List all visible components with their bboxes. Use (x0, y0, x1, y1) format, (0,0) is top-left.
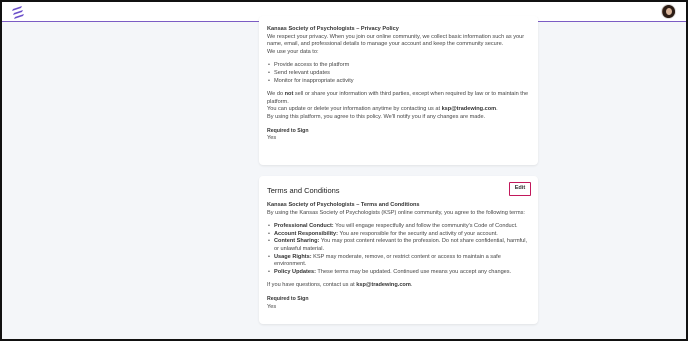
list-item: Provide access to the platform (268, 62, 530, 70)
edit-button[interactable]: Edit (509, 182, 531, 196)
list-item: Policy Updates: These terms may be updat… (268, 269, 530, 277)
required-to-sign-label: Required to Sign (267, 295, 309, 302)
privacy-intro: We respect your privacy. When you join o… (267, 33, 525, 48)
list-item: Account Responsibility: You are responsi… (268, 231, 530, 239)
required-to-sign-value: Yes (267, 135, 277, 142)
list-item: Monitor for inappropriate activity (268, 78, 530, 86)
required-to-sign-label: Required to Sign (267, 127, 309, 134)
privacy-agree-line: By using this platform, you agree to thi… (267, 113, 486, 120)
app-frame: Kansas Society of Psychologists – Privac… (0, 0, 688, 341)
terms-contact-line: If you have questions, contact us at ksp… (267, 282, 413, 289)
terms-card: Terms and Conditions Edit Kansas Society… (259, 176, 538, 324)
terms-heading: Kansas Society of Psychologists – Terms … (267, 202, 420, 208)
list-item: Usage Rights: KSP may moderate, remove, … (268, 254, 530, 269)
privacy-policy-card: Kansas Society of Psychologists – Privac… (259, 16, 538, 165)
list-item: Professional Conduct: You will engage re… (268, 223, 530, 231)
privacy-update-statement: You can update or delete your informatio… (267, 106, 498, 113)
user-avatar-icon[interactable] (661, 4, 676, 19)
terms-list: Professional Conduct: You will engage re… (267, 223, 530, 276)
privacy-use-line: We use your data to: (267, 48, 319, 55)
lightning-stripes-logo-icon[interactable] (11, 5, 25, 19)
privacy-heading: Kansas Society of Psychologists – Privac… (267, 26, 399, 32)
terms-title: Terms and Conditions (267, 186, 340, 195)
privacy-share-statement: We do not sell or share your information… (267, 91, 529, 105)
terms-intro: By using the Kansas Society of Psycholog… (267, 209, 525, 216)
privacy-contact-email[interactable]: ksp@tradewing.com (442, 106, 497, 112)
required-to-sign-value: Yes (267, 303, 277, 310)
privacy-uses-list: Provide access to the platform Send rele… (267, 62, 530, 85)
list-item: Content Sharing: You may post content re… (268, 238, 530, 253)
list-item: Send relevant updates (268, 70, 530, 78)
terms-contact-email[interactable]: ksp@tradewing.com (356, 282, 411, 288)
